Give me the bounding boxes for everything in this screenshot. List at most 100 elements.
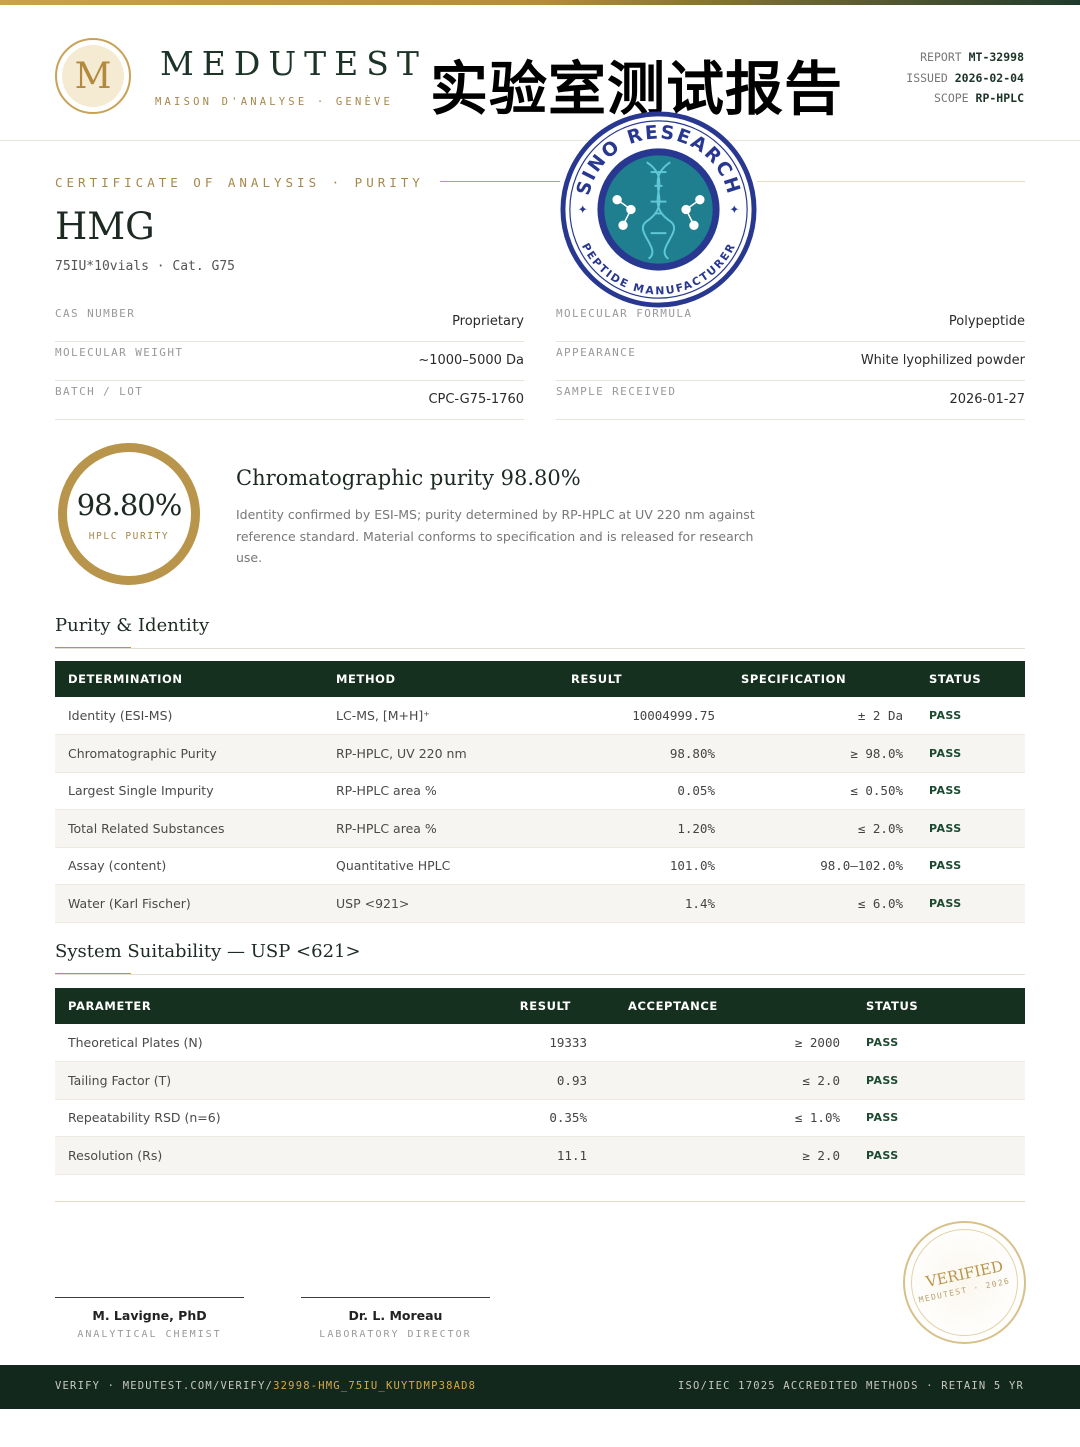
purity-ring-label: HPLC PURITY xyxy=(88,531,170,542)
status-badge: PASS xyxy=(916,772,1025,810)
report-number: MT-32998 xyxy=(968,50,1024,64)
status-badge: PASS xyxy=(853,1099,1025,1137)
cell-specification: ± 2 Da xyxy=(728,697,916,735)
info-key: MOLECULAR WEIGHT xyxy=(55,346,184,359)
cell-result: 11.1 xyxy=(401,1136,615,1175)
column-header: STATUS xyxy=(929,672,982,686)
sino-research-seal: SINO RESEARCH PEPTIDE MANUFACTURER ✦ ✦ xyxy=(560,111,757,308)
cell-acceptance: ≥ 2.0 xyxy=(615,1136,853,1175)
cell-result: 19333 xyxy=(401,1024,615,1062)
column-header: RESULT xyxy=(571,672,623,686)
cell-result: 1.20% xyxy=(558,809,728,848)
column-header: METHOD xyxy=(336,672,396,686)
signature-analyst: M. Lavigne, PhD ANALYTICAL CHEMIST xyxy=(55,1297,244,1340)
scope-label: SCOPE xyxy=(933,91,969,105)
info-key: CAS NUMBER xyxy=(55,307,136,320)
cell-result: 1.4% xyxy=(558,884,728,923)
info-value: 2026-01-27 xyxy=(949,392,1025,407)
cell-specification: ≤ 0.50% xyxy=(728,772,916,810)
table-row: Repeatability RSD (n=6) 0.35% ≤ 1.0% PAS… xyxy=(55,1099,1025,1137)
report-label: REPORT xyxy=(920,50,962,64)
purity-ring: 98.80% HPLC PURITY xyxy=(58,443,200,585)
signature-role: ANALYTICAL CHEMIST xyxy=(77,1329,222,1340)
verified-stamp: VERIFIED MEDUTEST · 2026 xyxy=(903,1221,1026,1344)
info-appearance: APPEARANCE White lyophilized powder xyxy=(556,342,1025,381)
brand-name: MEDUTEST xyxy=(160,44,427,83)
status-badge: PASS xyxy=(853,1136,1025,1175)
table-row: Tailing Factor (T) 0.93 ≤ 2.0 PASS xyxy=(55,1061,1025,1100)
column-header: DETERMINATION xyxy=(68,672,183,686)
verify-link[interactable]: VERIFY · MEDUTEST.COM/VERIFY/32998-HMG_7… xyxy=(55,1380,476,1392)
column-header: ACCEPTANCE xyxy=(628,999,718,1013)
status-badge: PASS xyxy=(916,847,1025,885)
seal-star-right: ✦ xyxy=(729,202,739,216)
column-header: STATUS xyxy=(866,999,919,1013)
table-row: Chromatographic Purity RP-HPLC, UV 220 n… xyxy=(55,734,1025,773)
info-molecular-formula: MOLECULAR FORMULA Polypeptide xyxy=(556,303,1025,342)
cell-acceptance: ≤ 1.0% xyxy=(615,1099,853,1137)
report-meta: REPORT MT-32998 ISSUED 2026-02-04 SCOPE … xyxy=(906,47,1024,109)
table-header-row: DETERMINATION METHOD RESULT SPECIFICATIO… xyxy=(55,661,1025,697)
logo-letter: M xyxy=(62,45,124,107)
cell-acceptance: ≥ 2000 xyxy=(615,1024,853,1062)
table-row: Largest Single Impurity RP-HPLC area % 0… xyxy=(55,772,1025,810)
section-rule xyxy=(55,648,1025,649)
cell-result: 0.05% xyxy=(558,772,728,810)
cell-determination: Identity (ESI-MS) xyxy=(55,697,323,735)
cell-determination: Assay (content) xyxy=(55,847,323,885)
section-rule xyxy=(55,974,1025,975)
cell-result: 0.93 xyxy=(401,1061,615,1100)
certificate-rule-right xyxy=(757,181,1025,182)
cell-result: 101.0% xyxy=(558,847,728,885)
brand-subtitle: MAISON D'ANALYSE · GENÈVE xyxy=(155,96,394,108)
table-row: Assay (content) Quantitative HPLC 101.0%… xyxy=(55,847,1025,885)
table-row: Resolution (Rs) 11.1 ≥ 2.0 PASS xyxy=(55,1136,1025,1175)
cell-determination: Largest Single Impurity xyxy=(55,772,323,810)
table-row: Theoretical Plates (N) 19333 ≥ 2000 PASS xyxy=(55,1024,1025,1062)
seal-star-left: ✦ xyxy=(578,202,588,216)
info-sample-received: SAMPLE RECEIVED 2026-01-27 xyxy=(556,381,1025,420)
cell-method: LC-MS, [M+H]⁺ xyxy=(323,697,558,735)
cell-specification: 98.0–102.0% xyxy=(728,847,916,885)
cell-result: 10004999.75 xyxy=(558,697,728,735)
status-badge: PASS xyxy=(916,884,1025,923)
top-accent-bar xyxy=(0,0,1080,5)
purity-description: Identity confirmed by ESI-MS; purity det… xyxy=(236,507,755,565)
cell-determination: Chromatographic Purity xyxy=(55,734,323,773)
info-value: ~1000–5000 Da xyxy=(418,353,524,368)
info-key: MOLECULAR FORMULA xyxy=(556,307,693,320)
signature-name: Dr. L. Moreau xyxy=(348,1308,443,1323)
certificate-label: CERTIFICATE OF ANALYSIS · PURITY xyxy=(55,175,424,190)
footer-bar: VERIFY · MEDUTEST.COM/VERIFY/32998-HMG_7… xyxy=(0,1365,1080,1409)
cell-determination: Water (Karl Fischer) xyxy=(55,884,323,923)
table-row: Water (Karl Fischer) USP <921> 1.4% ≤ 6.… xyxy=(55,884,1025,923)
issued-label: ISSUED xyxy=(906,70,948,85)
cell-specification: ≥ 98.0% xyxy=(728,734,916,773)
cell-method: RP-HPLC, UV 220 nm xyxy=(323,734,558,773)
cell-acceptance: ≤ 2.0 xyxy=(615,1061,853,1100)
cell-determination: Total Related Substances xyxy=(55,809,323,848)
cell-result: 98.80% xyxy=(558,734,728,773)
footer-divider xyxy=(55,1201,1025,1202)
status-badge: PASS xyxy=(916,734,1025,773)
purity-identity-table: DETERMINATION METHOD RESULT SPECIFICATIO… xyxy=(55,661,1025,923)
table-header-row: PARAMETER RESULT ACCEPTANCE STATUS xyxy=(55,988,1025,1024)
column-header: RESULT xyxy=(519,999,571,1013)
header-divider xyxy=(0,140,1080,141)
brand-logo: M xyxy=(55,38,131,114)
cell-parameter: Repeatability RSD (n=6) xyxy=(55,1099,401,1137)
system-suitability-table: PARAMETER RESULT ACCEPTANCE STATUS Theor… xyxy=(55,988,1025,1175)
status-badge: PASS xyxy=(916,697,1025,735)
cell-parameter: Tailing Factor (T) xyxy=(55,1061,401,1100)
status-badge: PASS xyxy=(853,1024,1025,1062)
signature-director: Dr. L. Moreau LABORATORY DIRECTOR xyxy=(301,1297,490,1340)
purity-title: Chromatographic purity 98.80% xyxy=(236,466,581,490)
certificate-rule-left xyxy=(440,181,560,182)
scope-value: RP-HPLC xyxy=(975,91,1024,105)
status-badge: PASS xyxy=(916,809,1025,848)
cell-specification: ≤ 6.0% xyxy=(728,884,916,923)
cell-method: USP <921> xyxy=(323,884,558,923)
info-cas-number: CAS NUMBER Proprietary xyxy=(55,303,524,342)
info-key: SAMPLE RECEIVED xyxy=(556,385,677,398)
status-badge: PASS xyxy=(853,1061,1025,1100)
